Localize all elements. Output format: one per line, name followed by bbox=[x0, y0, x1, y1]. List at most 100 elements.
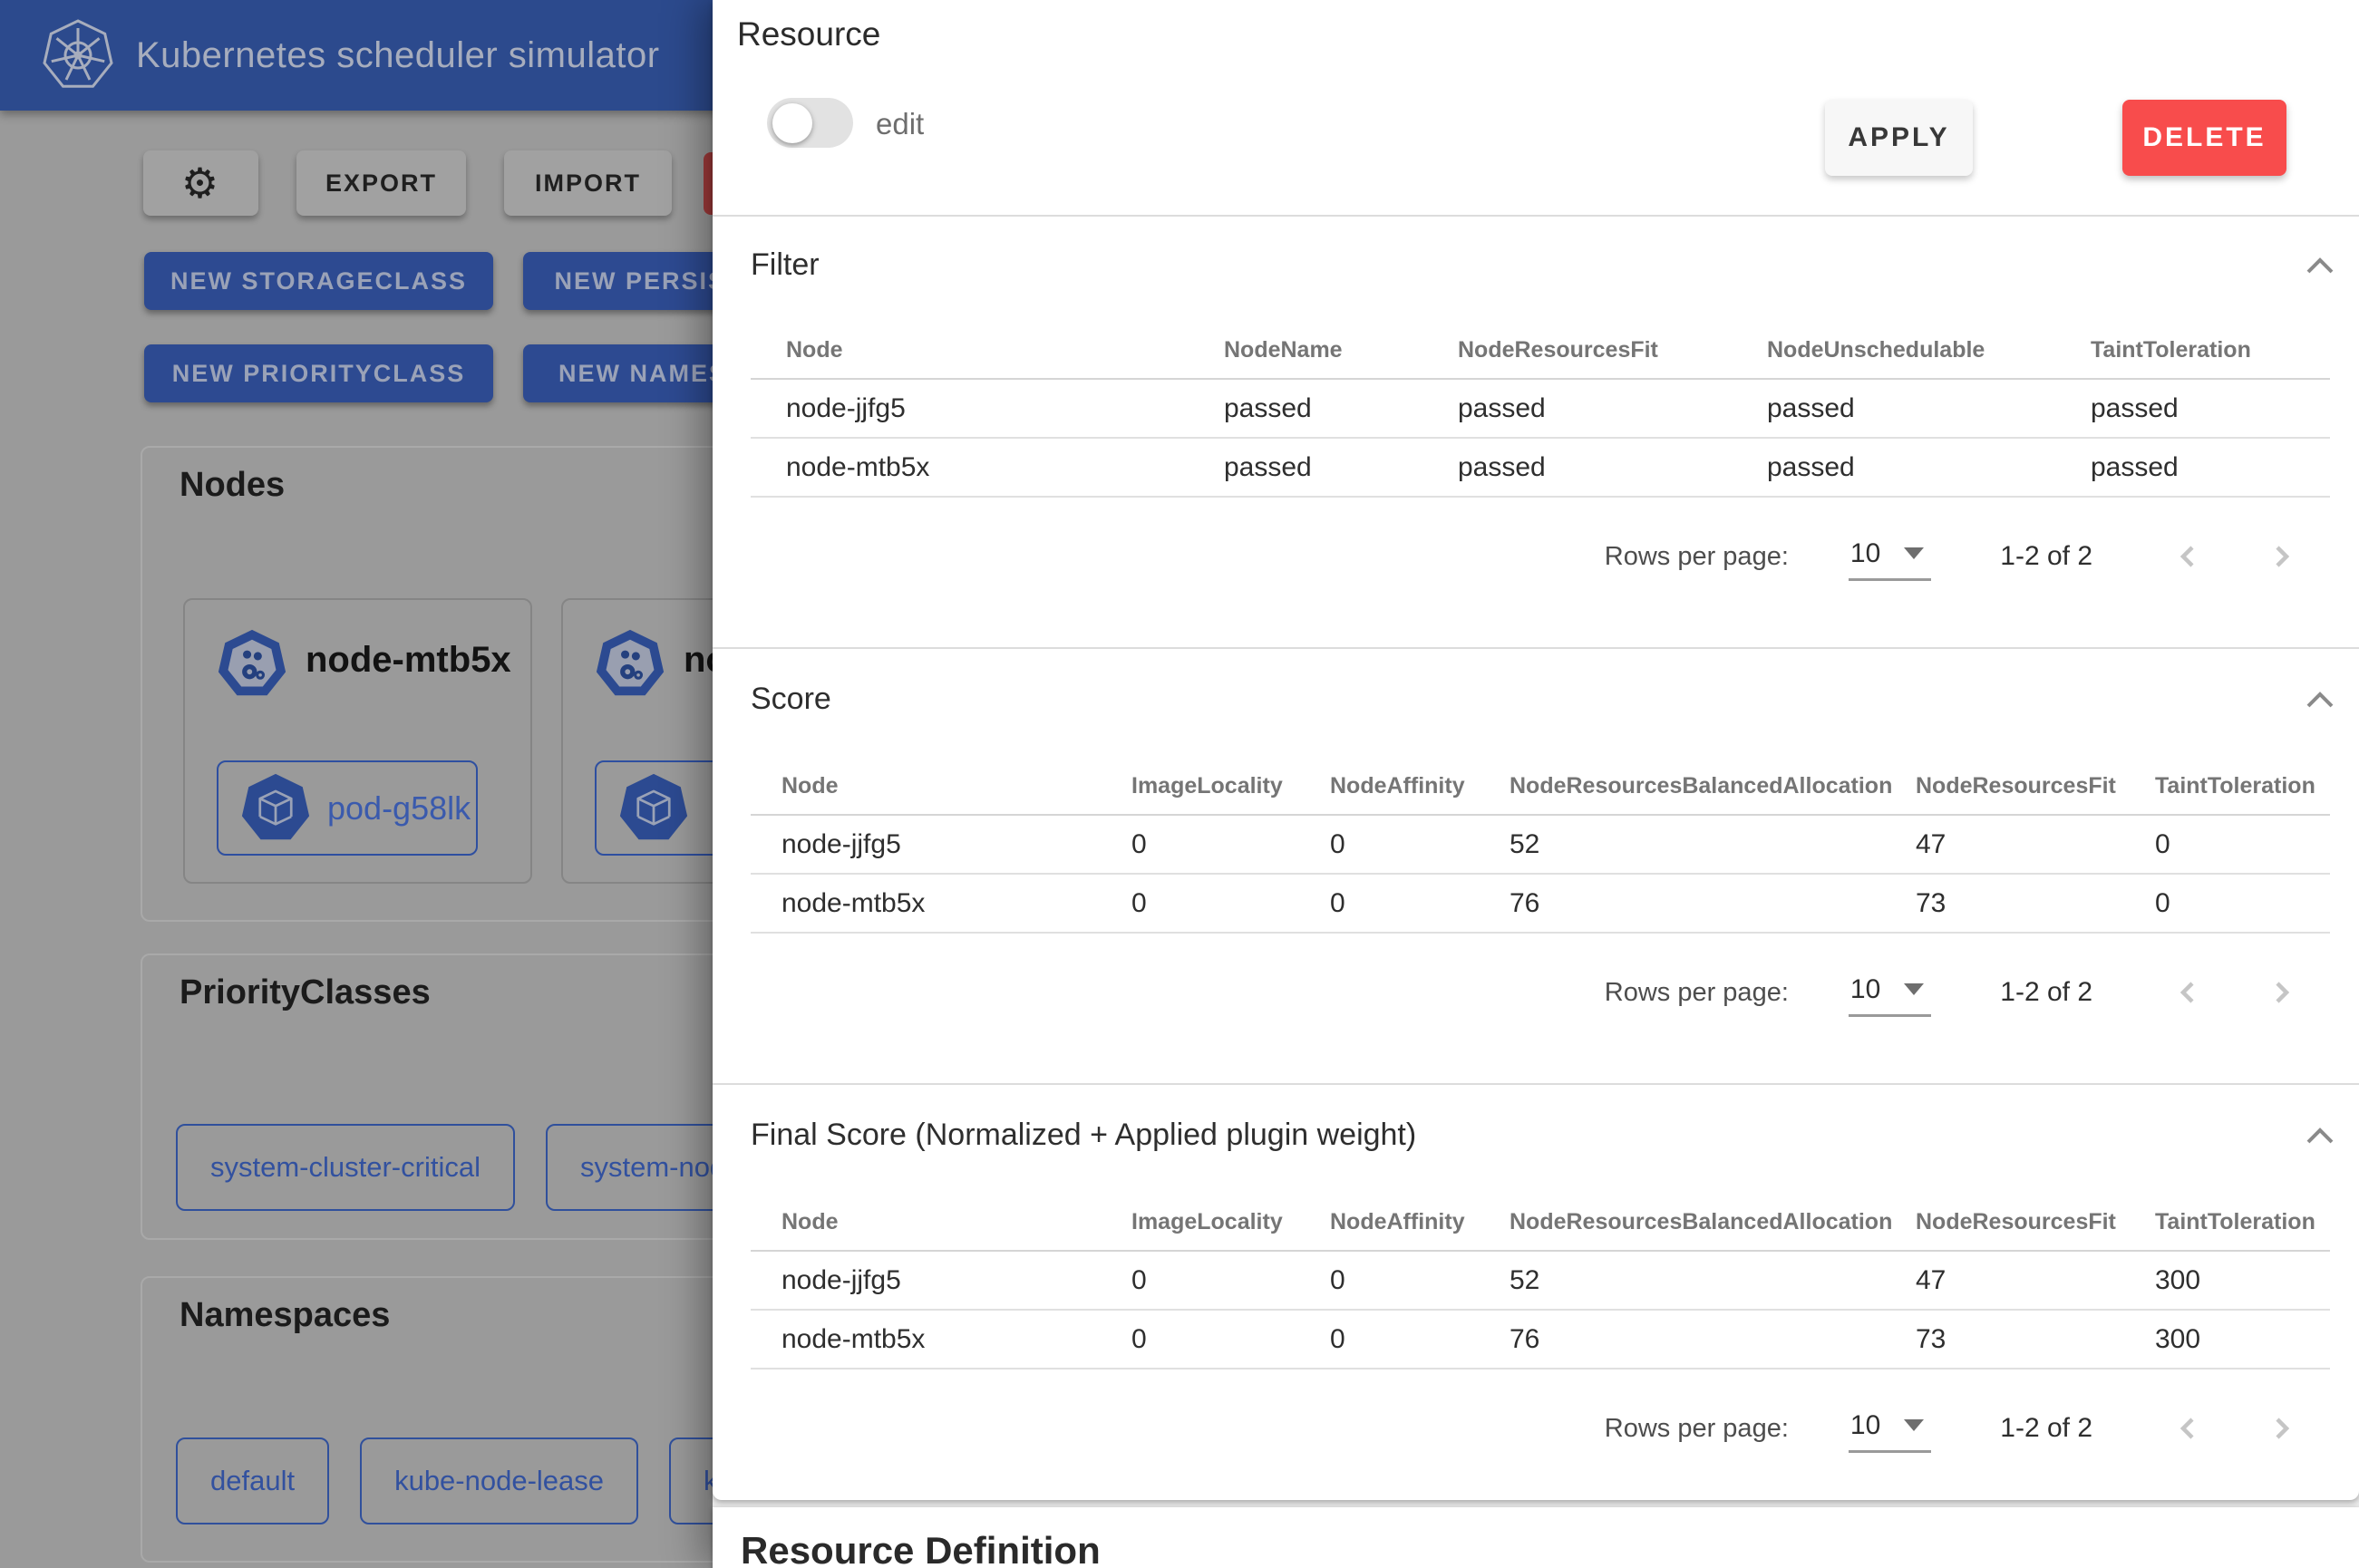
cell: 0 bbox=[1101, 829, 1299, 860]
rows-per-page-select[interactable]: 10 bbox=[1849, 533, 1931, 581]
chevron-up-icon[interactable] bbox=[2305, 255, 2335, 278]
filter-section-title: Filter bbox=[751, 247, 820, 283]
cell: 300 bbox=[2124, 1265, 2330, 1296]
dropdown-arrow-icon bbox=[1904, 1419, 1924, 1431]
cell: 0 bbox=[2124, 829, 2330, 860]
rows-per-page-value: 10 bbox=[1850, 538, 1880, 569]
column-header: TaintToleration bbox=[2124, 773, 2330, 799]
resource-definition-title: Resource Definition bbox=[741, 1529, 1101, 1568]
final-score-section: Final Score (Normalized + Applied plugin… bbox=[713, 1085, 2359, 1500]
cell: node-mtb5x bbox=[751, 888, 1101, 919]
cell: 52 bbox=[1479, 829, 1885, 860]
rows-per-page-value: 10 bbox=[1850, 974, 1880, 1005]
cell: passed bbox=[1732, 452, 2055, 483]
cell: 73 bbox=[1885, 1324, 2124, 1355]
pagination: Rows per page: 10 1-2 of 2 bbox=[1605, 1399, 2294, 1457]
column-header: Node bbox=[751, 337, 1189, 363]
chevron-right-icon[interactable] bbox=[2268, 1416, 2294, 1441]
cell: node-jjfg5 bbox=[751, 393, 1189, 424]
final-score-section-title: Final Score (Normalized + Applied plugin… bbox=[751, 1118, 1416, 1153]
column-header: NodeResourcesFit bbox=[1885, 1209, 2124, 1235]
score-section: Score Node ImageLocality NodeAffinity No… bbox=[713, 649, 2359, 1085]
namespaces-panel-title: Namespaces bbox=[180, 1296, 390, 1335]
final-score-table: Node ImageLocality NodeAffinity NodeReso… bbox=[751, 1194, 2330, 1370]
namespace-chip[interactable]: kube-node-lease bbox=[360, 1437, 638, 1524]
column-header: NodeAffinity bbox=[1299, 1209, 1479, 1235]
pagination: Rows per page: 10 1-2 of 2 bbox=[1605, 528, 2294, 586]
page-range: 1-2 of 2 bbox=[2000, 977, 2092, 1008]
rows-per-page-label: Rows per page: bbox=[1605, 1414, 1789, 1444]
cell: passed bbox=[2055, 393, 2330, 424]
pod-chip[interactable]: pod-g58lk bbox=[217, 760, 478, 856]
cell: passed bbox=[1189, 393, 1422, 424]
column-header: TaintToleration bbox=[2055, 337, 2330, 363]
drawer-title: Resource bbox=[737, 15, 880, 54]
export-button[interactable]: EXPORT bbox=[296, 150, 466, 216]
cell: 0 bbox=[2124, 888, 2330, 919]
cell: 76 bbox=[1479, 888, 1885, 919]
chevron-right-icon[interactable] bbox=[2268, 544, 2294, 569]
column-header: NodeResourcesFit bbox=[1885, 773, 2124, 799]
node-card[interactable]: node-mtb5x pod-g58lk bbox=[183, 598, 532, 884]
new-priorityclass-button[interactable]: NEW PRIORITYCLASS bbox=[144, 344, 493, 402]
chevron-left-icon[interactable] bbox=[2176, 544, 2201, 569]
chevron-left-icon[interactable] bbox=[2176, 1416, 2201, 1441]
cell: 47 bbox=[1885, 1265, 2124, 1296]
column-header: ImageLocality bbox=[1101, 1209, 1299, 1235]
chevron-up-icon[interactable] bbox=[2305, 1125, 2335, 1148]
nodes-panel-title: Nodes bbox=[180, 466, 285, 505]
filter-section: Filter Node NodeName NodeResourcesFit No… bbox=[713, 215, 2359, 649]
column-header: NodeUnschedulable bbox=[1732, 337, 2055, 363]
cell: 300 bbox=[2124, 1324, 2330, 1355]
chevron-up-icon[interactable] bbox=[2305, 689, 2335, 712]
cell: 0 bbox=[1101, 888, 1299, 919]
table-header-row: Node ImageLocality NodeAffinity NodeReso… bbox=[751, 758, 2330, 816]
priorityclasses-panel-title: PriorityClasses bbox=[180, 973, 431, 1012]
table-header-row: Node ImageLocality NodeAffinity NodeReso… bbox=[751, 1194, 2330, 1252]
resource-drawer: Resource edit APPLY DELETE Filter Node N… bbox=[713, 0, 2359, 1568]
column-header: NodeResourcesBalancedAllocation bbox=[1479, 773, 1885, 799]
import-button[interactable]: IMPORT bbox=[504, 150, 672, 216]
cell: 73 bbox=[1885, 888, 2124, 919]
chevron-right-icon[interactable] bbox=[2268, 980, 2294, 1005]
column-header: NodeResourcesFit bbox=[1422, 337, 1732, 363]
cell: 0 bbox=[1101, 1324, 1299, 1355]
table-row: node-mtb5x passed passed passed passed bbox=[751, 439, 2330, 498]
cell: node-mtb5x bbox=[751, 452, 1189, 483]
settings-button[interactable]: ⚙ bbox=[143, 150, 258, 216]
page-range: 1-2 of 2 bbox=[2000, 541, 2092, 572]
new-storageclass-button[interactable]: NEW STORAGECLASS bbox=[144, 252, 493, 310]
cell: node-jjfg5 bbox=[751, 829, 1101, 860]
score-table: Node ImageLocality NodeAffinity NodeReso… bbox=[751, 758, 2330, 934]
table-row: node-mtb5x 0 0 76 73 0 bbox=[751, 875, 2330, 934]
rows-per-page-select[interactable]: 10 bbox=[1849, 969, 1931, 1017]
column-header: NodeResourcesBalancedAllocation bbox=[1479, 1209, 1885, 1235]
column-header: TaintToleration bbox=[2124, 1209, 2330, 1235]
cell: node-mtb5x bbox=[751, 1324, 1101, 1355]
pod-icon bbox=[618, 773, 689, 844]
node-icon bbox=[595, 629, 665, 700]
edit-toggle-label: edit bbox=[876, 107, 924, 141]
apply-button[interactable]: APPLY bbox=[1825, 100, 1973, 176]
cell: 0 bbox=[1299, 1265, 1479, 1296]
namespace-chip[interactable]: default bbox=[176, 1437, 329, 1524]
app-title: Kubernetes scheduler simulator bbox=[136, 35, 660, 76]
node-name: node-mtb5x bbox=[306, 640, 511, 681]
priorityclass-chip[interactable]: system-cluster-critical bbox=[176, 1124, 515, 1211]
column-header: NodeName bbox=[1189, 337, 1422, 363]
edit-toggle[interactable] bbox=[767, 98, 853, 148]
cell: passed bbox=[1422, 452, 1732, 483]
cell: 47 bbox=[1885, 829, 2124, 860]
table-row: node-jjfg5 passed passed passed passed bbox=[751, 380, 2330, 439]
table-row: node-jjfg5 0 0 52 47 0 bbox=[751, 816, 2330, 875]
column-header: Node bbox=[751, 1209, 1101, 1235]
cell: passed bbox=[1189, 452, 1422, 483]
rows-per-page-select[interactable]: 10 bbox=[1849, 1405, 1931, 1453]
table-row: node-jjfg5 0 0 52 47 300 bbox=[751, 1252, 2330, 1311]
delete-button[interactable]: DELETE bbox=[2122, 100, 2286, 176]
column-header: Node bbox=[751, 773, 1101, 799]
node-icon bbox=[217, 629, 287, 700]
chevron-left-icon[interactable] bbox=[2176, 980, 2201, 1005]
pod-name: pod-g58lk bbox=[327, 789, 471, 828]
kubernetes-logo-icon bbox=[42, 19, 114, 92]
